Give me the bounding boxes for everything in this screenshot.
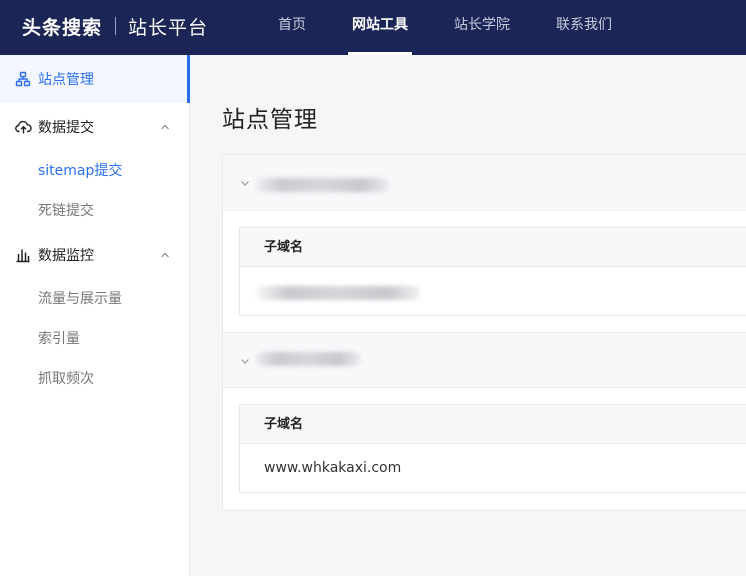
redacted-site-name — [255, 178, 389, 192]
subdomain-table: 子域名 — [239, 227, 746, 316]
nav-home[interactable]: 首页 — [274, 0, 310, 55]
sitemap-icon — [14, 70, 32, 88]
brand-name: 头条搜索 — [22, 16, 103, 39]
nav-site-tools[interactable]: 网站工具 — [348, 0, 412, 55]
sidebar-item-traffic[interactable]: 流量与展示量 — [0, 279, 189, 319]
site-group-header[interactable] — [223, 332, 746, 388]
site-group-body: 子域名 www.whkakaxi.com — [223, 388, 746, 509]
sidebar-item-data-monitor[interactable]: 数据监控 — [0, 231, 189, 279]
sidebar-item-deadlink-submit[interactable]: 死链提交 — [0, 191, 189, 231]
chevron-up-icon[interactable] — [159, 249, 171, 261]
sidebar-item-label: 站点管理 — [38, 72, 94, 88]
column-header-subdomain: 子域名 — [240, 405, 746, 444]
sidebar-item-crawl-frequency[interactable]: 抓取频次 — [0, 359, 189, 399]
nav-academy[interactable]: 站长学院 — [450, 0, 514, 55]
top-navbar: 头条搜索 站长平台 首页 网站工具 站长学院 联系我们 — [0, 0, 746, 55]
sidebar-item-site-manage[interactable]: 站点管理 — [0, 55, 190, 103]
chevron-down-icon[interactable] — [239, 355, 251, 367]
site-group-body: 子域名 — [223, 211, 746, 332]
brand-logo[interactable]: 头条搜索 站长平台 — [22, 13, 208, 39]
cloud-upload-icon — [14, 118, 32, 136]
column-header-subdomain: 子域名 — [240, 228, 746, 267]
chevron-down-icon[interactable] — [239, 177, 251, 189]
redacted-site-name — [255, 352, 361, 366]
site-list-panel: 子域名 子域名 www.whkakaxi.com — [222, 154, 746, 511]
brand-divider — [115, 17, 117, 35]
sidebar-item-data-submit[interactable]: 数据提交 — [0, 103, 189, 151]
site-group-header[interactable] — [223, 155, 746, 211]
redacted-subdomain — [256, 286, 420, 300]
sidebar-item-sitemap-submit[interactable]: sitemap提交 — [0, 151, 189, 191]
sidebar-item-index[interactable]: 索引量 — [0, 319, 189, 359]
sidebar: 站点管理 数据提交 sitemap提交 死链提交 数据监控 流量与展示量 索引量… — [0, 55, 190, 576]
page-title: 站点管理 — [222, 107, 318, 133]
chevron-up-icon[interactable] — [159, 121, 171, 133]
table-row — [240, 267, 746, 315]
sidebar-item-label: 数据提交 — [38, 120, 94, 136]
platform-name: 站长平台 — [128, 16, 209, 39]
bar-chart-icon — [14, 246, 32, 264]
table-row: www.whkakaxi.com — [264, 460, 402, 476]
nav-contact[interactable]: 联系我们 — [552, 0, 616, 55]
sidebar-item-label: 数据监控 — [38, 248, 94, 264]
main-content: 站点管理 子域名 子域名 www.whkakaxi.com — [191, 55, 746, 576]
main-nav: 首页 网站工具 站长学院 联系我们 — [262, 0, 654, 55]
subdomain-table: 子域名 www.whkakaxi.com — [239, 404, 746, 493]
